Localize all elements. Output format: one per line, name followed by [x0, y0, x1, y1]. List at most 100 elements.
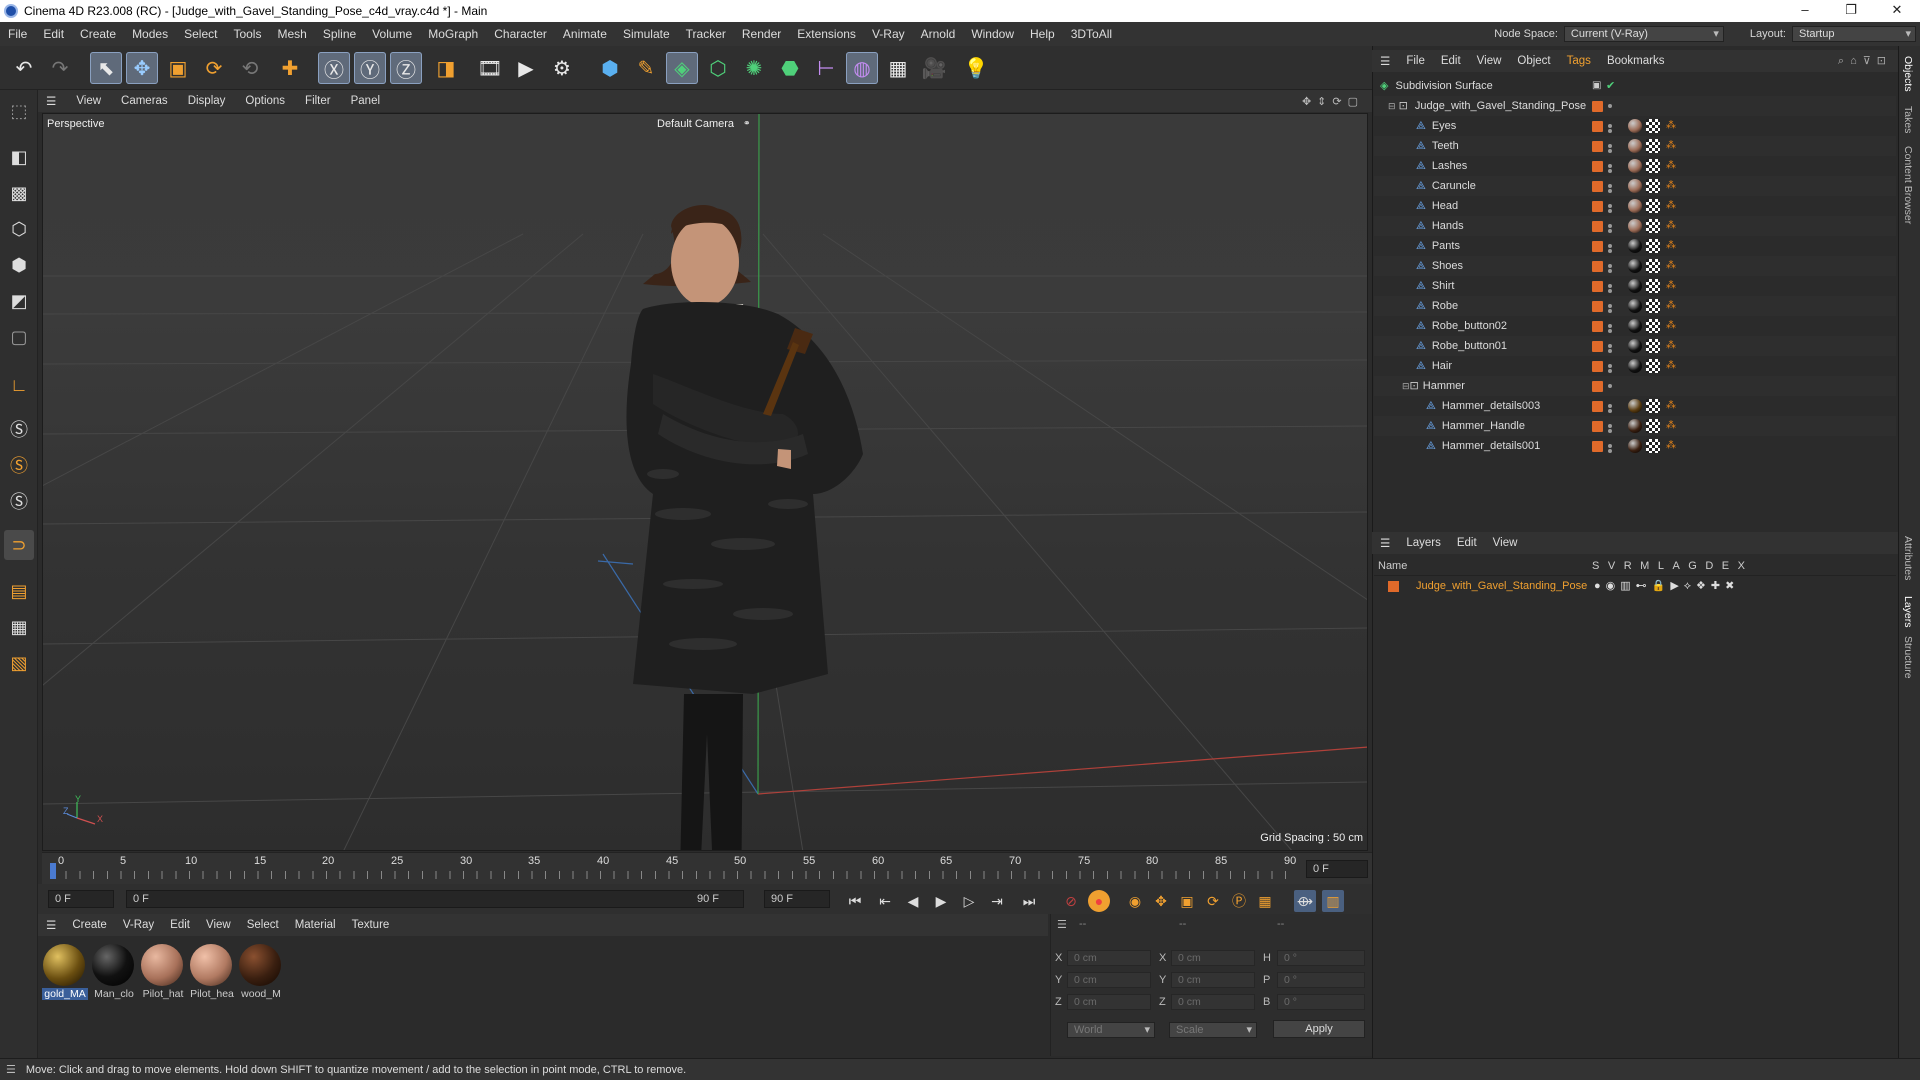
- menu-spline[interactable]: Spline: [315, 27, 364, 41]
- end-frame-field[interactable]: 0 F: [1306, 860, 1368, 878]
- render-dot[interactable]: [1608, 144, 1612, 148]
- material-tag-icon[interactable]: [1628, 419, 1642, 433]
- vray-tag-icon[interactable]: ⁂: [1666, 139, 1680, 153]
- uvw-tag-icon[interactable]: [1646, 259, 1660, 273]
- live-selection-icon[interactable]: ⬉: [90, 52, 122, 84]
- subdivision-generator-icon[interactable]: ◈: [666, 52, 698, 84]
- layer-color-chip[interactable]: [1592, 301, 1603, 312]
- deformer-icon[interactable]: ⊢: [810, 52, 842, 84]
- object-row-group[interactable]: ⊟ ⊡ Judge_with_Gavel_Standing_Pose: [1374, 96, 1896, 116]
- previous-frame-icon[interactable]: ◀: [902, 890, 924, 912]
- grid-icon[interactable]: ▦: [4, 612, 34, 642]
- editor-dot[interactable]: [1608, 129, 1612, 133]
- key-scale-icon[interactable]: ▣: [1176, 890, 1198, 912]
- camera-icon[interactable]: 🎥: [918, 52, 950, 84]
- rot-b-field[interactable]: 0 °: [1277, 994, 1365, 1010]
- coordinate-system-icon[interactable]: ◨: [430, 52, 462, 84]
- render-dot[interactable]: [1608, 124, 1612, 128]
- vray-tag-icon[interactable]: ⁂: [1666, 359, 1680, 373]
- viewport-hamburger-icon[interactable]: ☰: [38, 94, 66, 108]
- material-swatch[interactable]: Man_clo: [91, 944, 135, 1000]
- menu-volume[interactable]: Volume: [364, 27, 420, 41]
- object-row-subdivision[interactable]: ◈ Subdivision Surface ▣ ✔: [1374, 76, 1896, 96]
- uv-mode-icon[interactable]: ▢: [4, 322, 34, 352]
- render-dot[interactable]: [1608, 384, 1612, 388]
- layer-color-chip[interactable]: [1592, 321, 1603, 332]
- editor-dot[interactable]: [1608, 309, 1612, 313]
- size-x-field[interactable]: 0 cm: [1171, 950, 1255, 966]
- vray-tag-icon[interactable]: ⁂: [1666, 259, 1680, 273]
- render-dot[interactable]: [1608, 104, 1612, 108]
- recent-tool-icon[interactable]: ✚: [274, 52, 306, 84]
- workplane-icon[interactable]: ▤: [4, 576, 34, 606]
- material-swatch[interactable]: Pilot_hat: [140, 944, 184, 1000]
- viewport-menu-options[interactable]: Options: [235, 95, 295, 107]
- collapse-icon[interactable]: ⊟: [1402, 381, 1410, 391]
- cloner-icon[interactable]: ✺: [738, 52, 770, 84]
- material-tag-icon[interactable]: [1628, 219, 1642, 233]
- last-tool-icon[interactable]: ⟲: [234, 52, 266, 84]
- rotate-tool-icon[interactable]: ⟳: [198, 52, 230, 84]
- undo-icon[interactable]: ↶: [8, 52, 40, 84]
- uvw-tag-icon[interactable]: [1646, 399, 1660, 413]
- move-tool-icon[interactable]: ✥: [126, 52, 158, 84]
- uvw-tag-icon[interactable]: [1646, 359, 1660, 373]
- material-tag-icon[interactable]: [1628, 139, 1642, 153]
- x-axis-lock-icon[interactable]: Ⓧ: [318, 52, 350, 84]
- uvw-tag-icon[interactable]: [1646, 319, 1660, 333]
- size-mode-dropdown[interactable]: Scale: [1169, 1022, 1257, 1038]
- extrude-generator-icon[interactable]: ⬡: [702, 52, 734, 84]
- object-row[interactable]: ⟁ Caruncle ⁂: [1374, 176, 1896, 196]
- render-dot[interactable]: [1608, 404, 1612, 408]
- snap-s1-icon[interactable]: Ⓢ: [4, 414, 34, 444]
- render-dot[interactable]: [1608, 364, 1612, 368]
- menu-edit[interactable]: Edit: [35, 27, 72, 41]
- object-menu-bookmarks[interactable]: Bookmarks: [1599, 55, 1673, 67]
- layers-menu-view[interactable]: View: [1485, 537, 1526, 549]
- editor-dot[interactable]: [1608, 269, 1612, 273]
- field-icon[interactable]: ◍: [846, 52, 878, 84]
- uvw-tag-icon[interactable]: [1646, 119, 1660, 133]
- object-row[interactable]: ⟁ Hammer_details003 ⁂: [1374, 396, 1896, 416]
- layer-color-chip[interactable]: [1592, 341, 1603, 352]
- cube-primitive-icon[interactable]: ⬢: [594, 52, 626, 84]
- visibility-toggle-icon[interactable]: ▣: [1592, 76, 1601, 96]
- mograph-icon[interactable]: ⬣: [774, 52, 806, 84]
- render-region-icon[interactable]: 🎞: [474, 52, 506, 84]
- vray-tag-icon[interactable]: ⁂: [1666, 419, 1680, 433]
- menu-animate[interactable]: Animate: [555, 27, 615, 41]
- menu-simulate[interactable]: Simulate: [615, 27, 678, 41]
- uvw-tag-icon[interactable]: [1646, 139, 1660, 153]
- vray-tag-icon[interactable]: ⁂: [1666, 219, 1680, 233]
- enabled-check-icon[interactable]: ✔: [1606, 76, 1615, 96]
- layer-color-chip[interactable]: [1592, 241, 1603, 252]
- layer-color-chip[interactable]: [1592, 261, 1603, 272]
- object-row[interactable]: ⟁ Teeth ⁂: [1374, 136, 1896, 156]
- current-frame-field[interactable]: 0 F: [48, 890, 114, 908]
- material-tag-icon[interactable]: [1628, 179, 1642, 193]
- coord-hamburger-icon[interactable]: ☰: [1057, 918, 1067, 931]
- layer-color-chip[interactable]: [1592, 401, 1603, 412]
- camera-label[interactable]: Default Camera: [657, 118, 734, 130]
- layer-row[interactable]: Judge_with_Gavel_Standing_Pose ●◉▥⊷🔒▶⟡❖✚…: [1374, 576, 1896, 596]
- uvw-tag-icon[interactable]: [1646, 239, 1660, 253]
- playhead[interactable]: [50, 863, 56, 879]
- collapse-icon[interactable]: ⊟: [1388, 101, 1396, 111]
- editor-dot[interactable]: [1608, 249, 1612, 253]
- editor-dot[interactable]: [1608, 349, 1612, 353]
- vray-tag-icon[interactable]: ⁂: [1666, 299, 1680, 313]
- layout-dropdown[interactable]: Startup: [1792, 26, 1916, 42]
- render-dot[interactable]: [1608, 244, 1612, 248]
- motion-clip-icon[interactable]: ⟴: [1294, 890, 1316, 912]
- render-dot[interactable]: [1608, 224, 1612, 228]
- key-pla-icon[interactable]: ▦: [1254, 890, 1276, 912]
- apply-button[interactable]: Apply: [1273, 1020, 1365, 1038]
- vray-tag-icon[interactable]: ⁂: [1666, 279, 1680, 293]
- uvw-tag-icon[interactable]: [1646, 339, 1660, 353]
- viewport-menu-panel[interactable]: Panel: [341, 95, 390, 107]
- points-mode-icon[interactable]: ⬡: [4, 214, 34, 244]
- object-menu-object[interactable]: Object: [1509, 55, 1558, 67]
- object-row[interactable]: ⟁ Robe ⁂: [1374, 296, 1896, 316]
- material-swatch[interactable]: wood_M: [238, 944, 282, 1000]
- make-editable-icon[interactable]: ⬚: [4, 96, 34, 126]
